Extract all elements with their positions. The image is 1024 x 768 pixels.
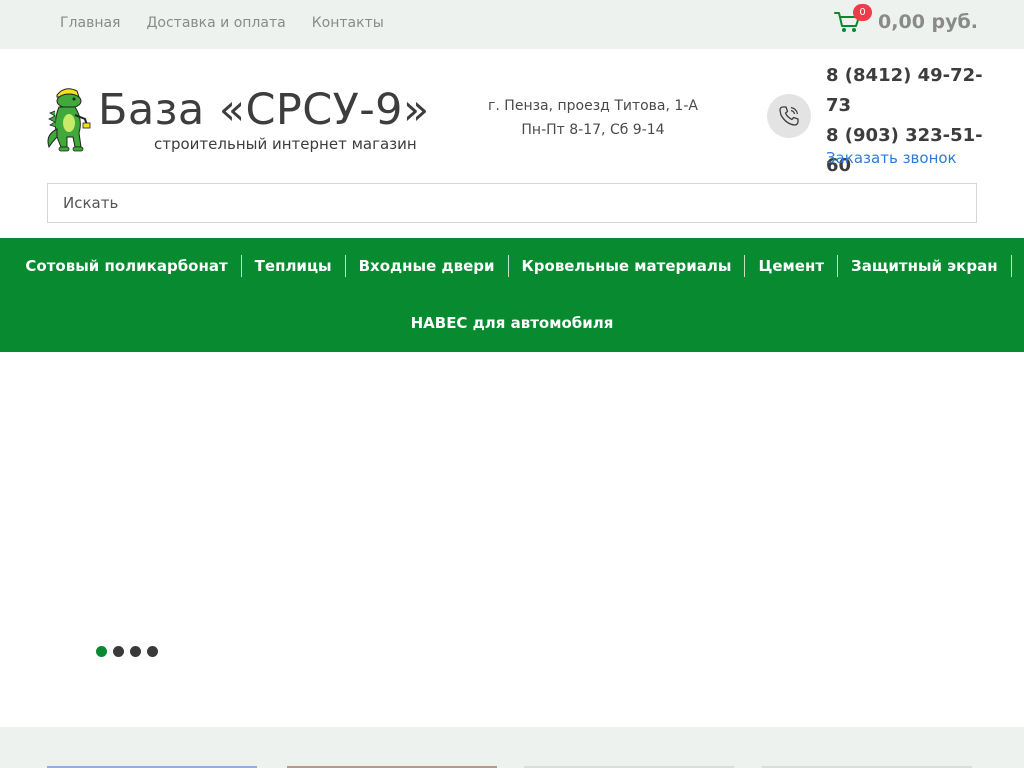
working-hours: Пн-Пт 8-17, Сб 9-14 xyxy=(521,122,665,138)
top-nav-contacts[interactable]: Контакты xyxy=(312,15,384,31)
category-polycarbonate[interactable]: Сотовый поликарбонат xyxy=(12,255,242,277)
store-address: г. Пенза, проезд Титова, 1-А Пн-Пт 8-17,… xyxy=(488,94,698,142)
category-entrance-doors[interactable]: Входные двери xyxy=(346,255,509,277)
slider-dot[interactable] xyxy=(96,646,107,657)
top-nav: Главная Доставка и оплата Контакты xyxy=(60,15,384,31)
category-roofing[interactable]: Кровельные материалы xyxy=(509,255,746,277)
slider-dot[interactable] xyxy=(113,646,124,657)
address-line: г. Пенза, проезд Титова, 1-А xyxy=(488,98,698,114)
phone-number-1[interactable]: 8 (8412) 49-72-73 xyxy=(826,61,986,121)
search-input[interactable] xyxy=(48,184,976,222)
search-box xyxy=(47,183,977,223)
category-greenhouses[interactable]: Теплицы xyxy=(242,255,346,277)
category-cement[interactable]: Цемент xyxy=(745,255,839,277)
top-bar: Главная Доставка и оплата Контакты 0 0,0… xyxy=(0,0,1024,49)
category-nav: Сотовый поликарбонат Теплицы Входные две… xyxy=(0,238,1024,352)
cart-widget[interactable]: 0 0,00 руб. xyxy=(834,4,978,34)
top-nav-delivery[interactable]: Доставка и оплата xyxy=(146,15,285,31)
cart-icon[interactable]: 0 xyxy=(834,4,873,34)
phone-icon xyxy=(767,94,811,138)
slider-dot[interactable] xyxy=(130,646,141,657)
request-callback-link[interactable]: Заказать звонок xyxy=(826,149,957,167)
brand-title[interactable]: База «СРСУ-9» xyxy=(98,85,430,135)
slider-dot[interactable] xyxy=(147,646,158,657)
category-protective-screen[interactable]: Защитный экран xyxy=(838,255,1012,277)
category-nav-row: НАВЕС для автомобиля xyxy=(0,312,1024,334)
product-section xyxy=(0,727,1024,768)
dinosaur-logo-icon[interactable] xyxy=(45,85,93,157)
cart-count-badge: 0 xyxy=(853,4,873,21)
top-nav-home[interactable]: Главная xyxy=(60,15,120,31)
slider-pagination xyxy=(96,646,158,657)
hero-slider xyxy=(0,352,1024,727)
brand-subtitle: строительный интернет магазин xyxy=(154,135,417,153)
category-nav-row: Сотовый поликарбонат Теплицы Входные две… xyxy=(0,255,1024,277)
site-header: База «СРСУ-9» строительный интернет мага… xyxy=(0,49,1024,238)
cart-total[interactable]: 0,00 руб. xyxy=(878,11,978,33)
category-car-canopy[interactable]: НАВЕС для автомобиля xyxy=(398,312,627,334)
